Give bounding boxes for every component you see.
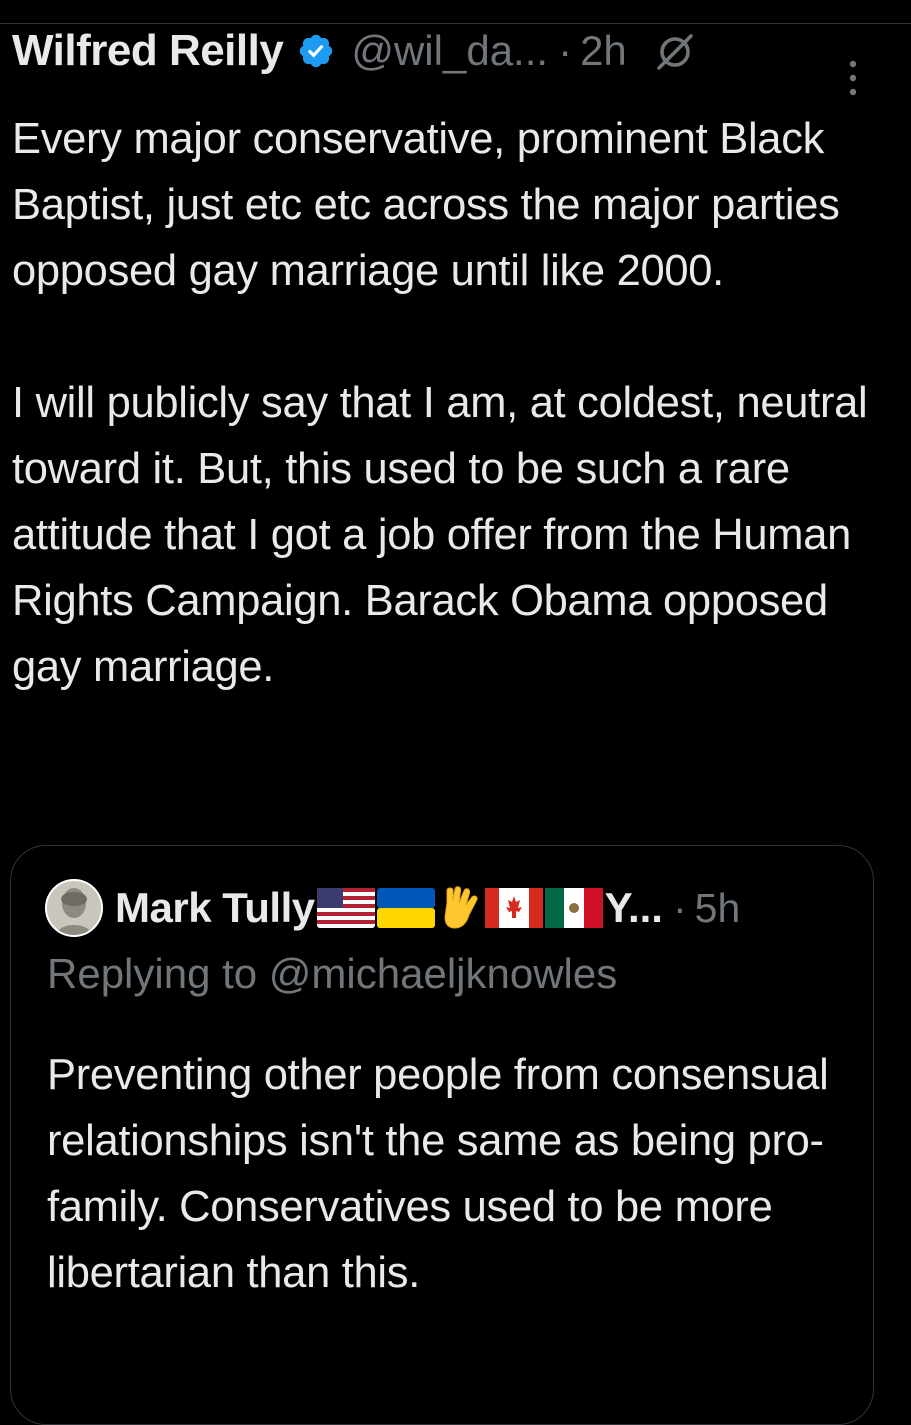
quoted-tweet-timestamp[interactable]: 5h: [695, 885, 741, 932]
quoted-author-name-suffix: Y...: [604, 884, 663, 931]
more-options-icon[interactable]: [843, 60, 863, 96]
author-handle[interactable]: @wil_da...: [351, 27, 548, 75]
verified-badge-icon[interactable]: [297, 32, 335, 70]
avatar[interactable]: [45, 879, 103, 937]
tweet-text: Every major conservative, prominent Blac…: [12, 106, 892, 700]
ukraine-flag-icon: [376, 888, 435, 928]
quoted-author-name[interactable]: Mark Tully: [115, 884, 315, 932]
author-name[interactable]: Wilfred Reilly: [12, 26, 284, 76]
quoted-tweet-header: Mark Tully Y... · 5h: [45, 879, 741, 937]
tweet-timestamp[interactable]: 2h: [580, 27, 627, 75]
tweet-paragraph-1: Every major conservative, prominent Blac…: [12, 115, 840, 295]
tweet-paragraph-2: I will publicly say that I am, at coldes…: [12, 379, 868, 691]
canada-flag-icon: [484, 888, 543, 928]
mexico-flag-icon: [544, 888, 603, 928]
quoted-tweet-text: Preventing other people from consensual …: [47, 1051, 829, 1297]
vulcan-salute-icon: [439, 885, 483, 931]
us-flag-icon: [316, 888, 375, 928]
separator-dot: ·: [558, 27, 573, 74]
separator-dot: ·: [672, 884, 687, 931]
replying-to[interactable]: Replying to @michaeljknowles: [47, 950, 617, 998]
top-divider: [0, 23, 911, 24]
quoted-tweet-card[interactable]: Mark Tully Y... · 5h Replying to @michae…: [10, 845, 874, 1425]
grok-icon[interactable]: [653, 29, 697, 73]
name-emojis: [316, 885, 605, 931]
tweet-header: Wilfred Reilly @wil_da... · 2h: [12, 26, 697, 76]
